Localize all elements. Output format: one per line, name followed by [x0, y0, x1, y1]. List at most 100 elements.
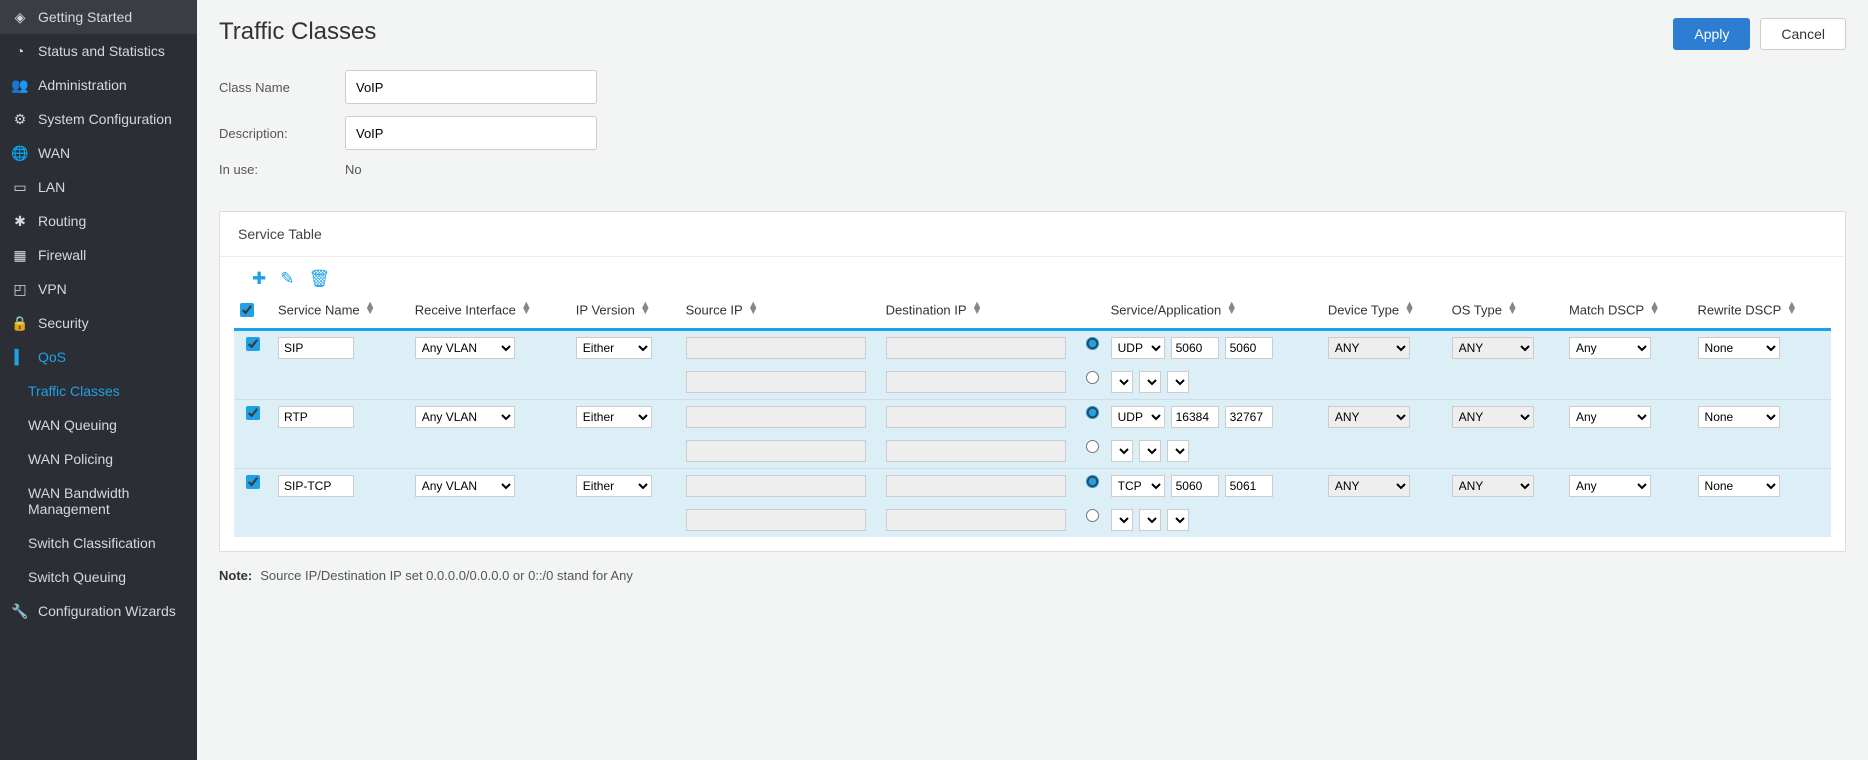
- rewrite-dscp-select[interactable]: None: [1698, 475, 1780, 497]
- alt-select-3[interactable]: [1167, 440, 1189, 462]
- apply-button[interactable]: Apply: [1673, 18, 1750, 50]
- col-service-name[interactable]: Service Name▲▼: [272, 293, 409, 330]
- destination-ip-input[interactable]: [886, 337, 1066, 359]
- select-all-checkbox[interactable]: [240, 303, 254, 317]
- receive-interface-select[interactable]: Any VLAN: [415, 337, 515, 359]
- protocol-select[interactable]: TCP: [1111, 475, 1165, 497]
- alt-select-1[interactable]: [1111, 509, 1133, 531]
- alt-select-1[interactable]: [1111, 440, 1133, 462]
- col-receive-interface[interactable]: Receive Interface▲▼: [409, 293, 570, 330]
- ip-version-select[interactable]: Either: [576, 475, 652, 497]
- destination-ip-input-2[interactable]: [886, 440, 1066, 462]
- service-name-input[interactable]: [278, 475, 354, 497]
- service-radio-secondary[interactable]: [1086, 371, 1099, 384]
- sidebar-item-security[interactable]: 🔒Security: [0, 306, 197, 340]
- receive-interface-select[interactable]: Any VLAN: [415, 475, 515, 497]
- sidebar-sub-wan-bandwidth[interactable]: WAN Bandwidth Management: [0, 476, 197, 526]
- service-radio-primary[interactable]: [1086, 337, 1099, 350]
- sidebar-sub-wan-policing[interactable]: WAN Policing: [0, 442, 197, 476]
- alt-select-1[interactable]: [1111, 371, 1133, 393]
- rewrite-dscp-select[interactable]: None: [1698, 337, 1780, 359]
- match-dscp-select[interactable]: Any: [1569, 337, 1651, 359]
- rewrite-dscp-select[interactable]: None: [1698, 406, 1780, 428]
- edit-icon[interactable]: ✎: [280, 269, 294, 289]
- sidebar-item-lan[interactable]: ▭LAN: [0, 170, 197, 204]
- match-dscp-select[interactable]: Any: [1569, 475, 1651, 497]
- os-type-select[interactable]: ANY: [1452, 406, 1534, 428]
- sidebar-item-status[interactable]: ◔Status and Statistics: [0, 34, 197, 68]
- col-rewrite-dscp[interactable]: Rewrite DSCP▲▼: [1692, 293, 1831, 330]
- device-type-select[interactable]: ANY: [1328, 406, 1410, 428]
- sidebar-item-config-wizards[interactable]: 🔧Configuration Wizards: [0, 594, 197, 628]
- service-radio-secondary[interactable]: [1086, 509, 1099, 522]
- source-ip-input[interactable]: [686, 337, 866, 359]
- protocol-select[interactable]: UDP: [1111, 406, 1165, 428]
- source-ip-input-2[interactable]: [686, 371, 866, 393]
- port-from-input[interactable]: [1171, 406, 1219, 428]
- sidebar-sub-switch-queuing[interactable]: Switch Queuing: [0, 560, 197, 594]
- sidebar-sub-traffic-classes[interactable]: Traffic Classes: [0, 374, 197, 408]
- receive-interface-select[interactable]: Any VLAN: [415, 406, 515, 428]
- service-radio-primary[interactable]: [1086, 406, 1099, 419]
- description-input[interactable]: [345, 116, 597, 150]
- sidebar-item-routing[interactable]: ✱Routing: [0, 204, 197, 238]
- service-name-input[interactable]: [278, 337, 354, 359]
- source-ip-input-2[interactable]: [686, 509, 866, 531]
- os-type-select[interactable]: ANY: [1452, 337, 1534, 359]
- service-name-input[interactable]: [278, 406, 354, 428]
- sidebar-item-getting-started[interactable]: ◈Getting Started: [0, 0, 197, 34]
- port-to-input[interactable]: [1225, 337, 1273, 359]
- sort-icon: ▲▼: [1507, 302, 1518, 315]
- port-from-input[interactable]: [1171, 337, 1219, 359]
- service-radio-secondary[interactable]: [1086, 440, 1099, 453]
- sidebar-item-vpn[interactable]: ◰VPN: [0, 272, 197, 306]
- port-to-input[interactable]: [1225, 406, 1273, 428]
- destination-ip-input[interactable]: [886, 406, 1066, 428]
- source-ip-input[interactable]: [686, 475, 866, 497]
- cancel-button[interactable]: Cancel: [1760, 18, 1846, 50]
- sidebar-item-system-config[interactable]: ⚙System Configuration: [0, 102, 197, 136]
- source-ip-input-2[interactable]: [686, 440, 866, 462]
- match-dscp-select[interactable]: Any: [1569, 406, 1651, 428]
- sidebar-item-wan[interactable]: 🌐WAN: [0, 136, 197, 170]
- service-radio-primary[interactable]: [1086, 475, 1099, 488]
- row-checkbox[interactable]: [246, 406, 260, 420]
- row-checkbox[interactable]: [246, 337, 260, 351]
- destination-ip-input[interactable]: [886, 475, 1066, 497]
- alt-select-3[interactable]: [1167, 509, 1189, 531]
- sidebar-item-administration[interactable]: 👥Administration: [0, 68, 197, 102]
- row-checkbox[interactable]: [246, 475, 260, 489]
- alt-select-2[interactable]: [1139, 371, 1161, 393]
- col-os-type[interactable]: OS Type▲▼: [1446, 293, 1563, 330]
- delete-icon[interactable]: 🗑: [309, 269, 331, 289]
- class-name-input[interactable]: [345, 70, 597, 104]
- col-device-type[interactable]: Device Type▲▼: [1322, 293, 1446, 330]
- inuse-value: No: [345, 162, 362, 177]
- destination-ip-input-2[interactable]: [886, 509, 1066, 531]
- col-match-dscp[interactable]: Match DSCP▲▼: [1563, 293, 1692, 330]
- col-source-ip[interactable]: Source IP▲▼: [680, 293, 880, 330]
- alt-select-3[interactable]: [1167, 371, 1189, 393]
- network-icon: ▭: [12, 179, 28, 195]
- sidebar-item-qos[interactable]: ▍QoS: [0, 340, 197, 374]
- ip-version-select[interactable]: Either: [576, 406, 652, 428]
- device-type-select[interactable]: ANY: [1328, 475, 1410, 497]
- alt-select-2[interactable]: [1139, 440, 1161, 462]
- sidebar-sub-wan-queuing[interactable]: WAN Queuing: [0, 408, 197, 442]
- alt-select-2[interactable]: [1139, 509, 1161, 531]
- col-ip-version[interactable]: IP Version▲▼: [570, 293, 680, 330]
- sidebar-item-firewall[interactable]: ▦Firewall: [0, 238, 197, 272]
- os-type-select[interactable]: ANY: [1452, 475, 1534, 497]
- table-row-secondary: [234, 503, 1831, 537]
- port-from-input[interactable]: [1171, 475, 1219, 497]
- ip-version-select[interactable]: Either: [576, 337, 652, 359]
- protocol-select[interactable]: UDP: [1111, 337, 1165, 359]
- source-ip-input[interactable]: [686, 406, 866, 428]
- device-type-select[interactable]: ANY: [1328, 337, 1410, 359]
- col-destination-ip[interactable]: Destination IP▲▼: [880, 293, 1080, 330]
- port-to-input[interactable]: [1225, 475, 1273, 497]
- add-icon[interactable]: ✚: [252, 269, 266, 289]
- sidebar-sub-switch-classification[interactable]: Switch Classification: [0, 526, 197, 560]
- col-service-app[interactable]: Service/Application▲▼: [1105, 293, 1322, 330]
- destination-ip-input-2[interactable]: [886, 371, 1066, 393]
